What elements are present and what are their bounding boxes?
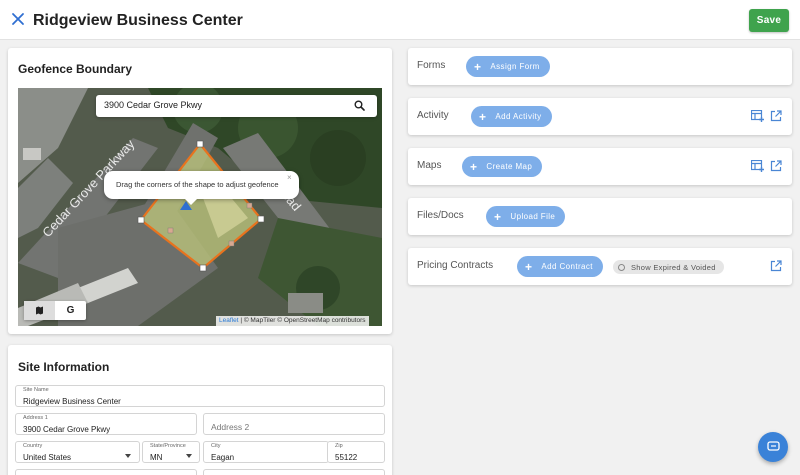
tooltip-text: Drag the corners of the shape to adjust … [116, 180, 279, 189]
pricing-contracts-title: Pricing Contracts [417, 260, 494, 271]
maps-panel: Maps + Create Map [408, 148, 792, 185]
close-icon[interactable] [11, 12, 25, 26]
satellite-imagery: Cedar Grove Parkway Road [18, 88, 382, 326]
files-panel: Files/Docs + Upload File [408, 198, 792, 235]
zip-label: Zip [335, 443, 343, 449]
toggle-circle-icon [618, 263, 625, 271]
map-search-value: 3900 Cedar Grove Pkwy [104, 100, 203, 110]
tooltip-pointer [184, 198, 198, 205]
open-external-icon[interactable] [770, 260, 782, 272]
state-value: MN [150, 453, 163, 462]
chevron-down-icon [125, 454, 131, 458]
zip-value: 55122 [335, 453, 358, 462]
site-name-field[interactable]: Site Name Ridgeview Business Center [15, 385, 385, 407]
chat-button[interactable] [758, 432, 788, 462]
assign-form-button[interactable]: + Assign Form [466, 56, 550, 77]
country-value: United States [23, 453, 72, 462]
table-add-icon[interactable] [751, 110, 764, 122]
show-expired-label: Show Expired & Voided [631, 262, 716, 272]
address2-placeholder: Address 2 [211, 422, 250, 432]
open-external-icon[interactable] [770, 110, 782, 122]
open-external-icon[interactable] [770, 160, 782, 172]
plus-icon: + [494, 209, 502, 224]
site-information-title: Site Information [18, 360, 110, 374]
country-select[interactable]: Country United States [15, 441, 140, 463]
geofence-card: Geofence Boundary Cedar Grove Parkway 39… [8, 48, 392, 334]
plus-icon: + [479, 109, 487, 124]
state-select[interactable]: State/Province MN [142, 441, 200, 463]
plus-icon: + [470, 159, 478, 174]
top-bar: Ridgeview Business Center Save [0, 0, 800, 40]
page-title: Ridgeview Business Center [33, 12, 243, 29]
extra-field-right[interactable] [203, 469, 385, 475]
city-value: Eagan [211, 453, 235, 462]
upload-file-button[interactable]: + Upload File [486, 206, 566, 227]
leaflet-link[interactable]: Leaflet [219, 317, 239, 324]
city-label: City [211, 443, 221, 449]
geofence-map[interactable]: Cedar Grove Parkway Road 3900 Cedar Grov… [18, 88, 382, 326]
create-map-label: Create Map [486, 162, 533, 171]
add-contract-label: Add Contract [541, 262, 593, 271]
site-information-card: Site Information Site Name Ridgeview Bus… [8, 345, 392, 475]
site-name-label: Site Name [23, 387, 49, 393]
search-icon[interactable] [354, 100, 365, 111]
country-label: Country [23, 443, 43, 449]
city-field[interactable]: City Eagan [203, 441, 329, 463]
activity-title: Activity [417, 110, 449, 121]
site-name-value: Ridgeview Business Center [23, 397, 121, 406]
chevron-down-icon [186, 454, 192, 458]
files-title: Files/Docs [417, 210, 464, 221]
tooltip-close-icon[interactable]: × [287, 173, 292, 182]
attribution-text: | © MapTiler © OpenStreetMap contributor… [238, 317, 366, 324]
activity-panel: Activity + Add Activity [408, 98, 792, 135]
chat-icon [766, 441, 780, 451]
upload-file-label: Upload File [510, 212, 556, 221]
plus-icon: + [525, 259, 533, 274]
add-activity-label: Add Activity [495, 112, 542, 121]
address1-field[interactable]: Address 1 3900 Cedar Grove Pkwy [15, 413, 197, 435]
map-layer-button[interactable] [24, 301, 55, 320]
forms-panel: Forms + Assign Form [408, 48, 792, 85]
address1-label: Address 1 [23, 415, 48, 421]
plus-icon: + [474, 59, 482, 74]
save-button[interactable]: Save [749, 9, 789, 32]
pricing-contracts-panel: Pricing Contracts + Add Contract Show Ex… [408, 248, 792, 285]
geofence-tooltip: Drag the corners of the shape to adjust … [104, 171, 299, 205]
geofence-title: Geofence Boundary [18, 62, 133, 76]
forms-title: Forms [417, 60, 446, 71]
google-layer-label: G [66, 305, 75, 316]
address2-field[interactable]: Address 2 [203, 413, 385, 435]
state-label: State/Province [150, 443, 186, 449]
maps-title: Maps [417, 160, 442, 171]
table-add-icon[interactable] [751, 160, 764, 172]
map-layer-icon [36, 306, 43, 315]
map-layer-control: G [24, 301, 86, 320]
map-attribution: Leaflet | © MapTiler © OpenStreetMap con… [216, 316, 369, 326]
address1-value: 3900 Cedar Grove Pkwy [23, 425, 111, 434]
add-contract-button[interactable]: + Add Contract [517, 256, 603, 277]
zip-field[interactable]: Zip 55122 [327, 441, 385, 463]
google-layer-button[interactable]: G [55, 301, 86, 320]
show-expired-toggle[interactable]: Show Expired & Voided [613, 260, 724, 274]
map-search-input[interactable]: 3900 Cedar Grove Pkwy [96, 95, 377, 117]
add-activity-button[interactable]: + Add Activity [471, 106, 552, 127]
assign-form-label: Assign Form [490, 62, 540, 71]
extra-field-left[interactable] [15, 469, 197, 475]
create-map-button[interactable]: + Create Map [462, 156, 543, 177]
